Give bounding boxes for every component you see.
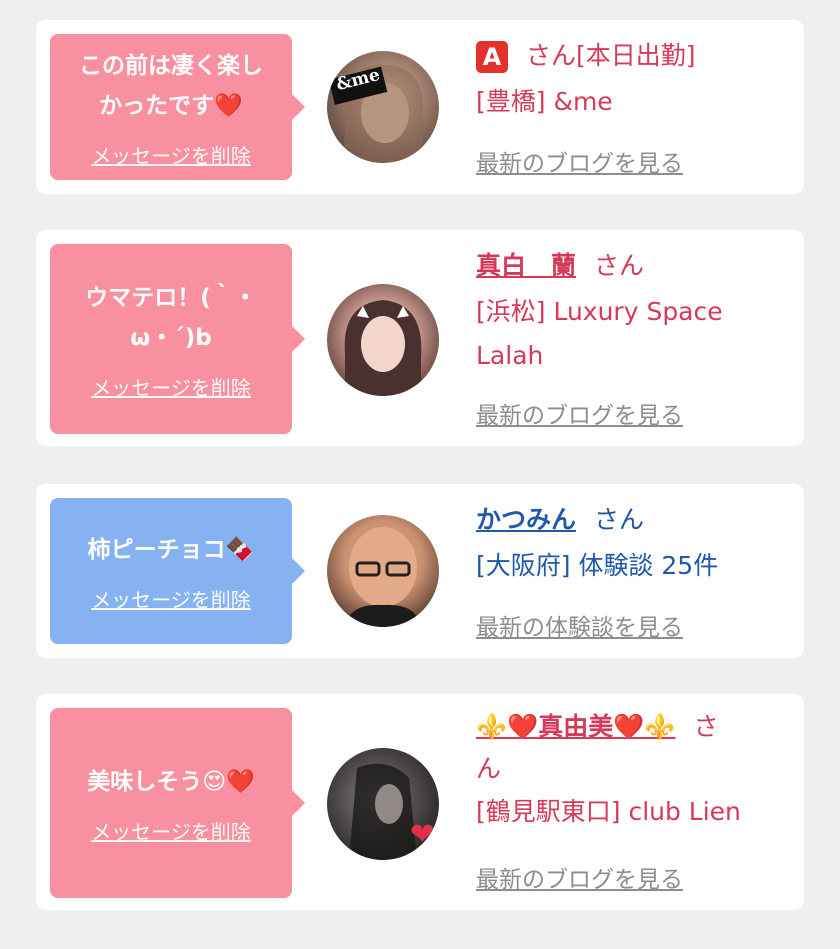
- avatar[interactable]: ❤: [327, 748, 439, 860]
- review-count-label: [大阪府] 体験談 25件: [476, 551, 719, 580]
- delete-message-link[interactable]: メッセージを削除: [91, 584, 251, 613]
- shop-label: [浜松] Luxury Space Lalah: [476, 290, 786, 378]
- latest-review-link[interactable]: 最新の体験談を見る: [476, 608, 683, 642]
- message-card: ウマテロ！(｀・ ω・´)b メッセージを削除 真白 蘭さん [浜松] Luxu…: [36, 230, 804, 446]
- message-bubble: 柿ピーチョコ🍫 メッセージを削除: [50, 498, 305, 644]
- honorific: さん: [594, 505, 645, 534]
- latest-blog-link[interactable]: 最新のブログを見る: [476, 860, 683, 894]
- latest-blog-link[interactable]: 最新のブログを見る: [476, 396, 683, 430]
- delete-message-link[interactable]: メッセージを削除: [91, 372, 251, 401]
- message-line: 美味しそう😍❤️: [87, 768, 255, 795]
- shop-label: [豊橋] &me: [476, 87, 613, 116]
- avatar[interactable]: &me: [327, 51, 439, 163]
- message-line: この前は凄く楽し: [79, 52, 263, 79]
- avatar-image: [328, 64, 423, 163]
- name-line: 真白 蘭さん: [476, 242, 786, 290]
- shop-line: Lalah: [476, 341, 544, 370]
- message-line: 柿ピーチョコ🍫: [87, 536, 255, 563]
- latest-blog-link[interactable]: 最新のブログを見る: [476, 144, 683, 178]
- profile-info: A さん[本日出勤] [豊橋] &me: [476, 32, 786, 124]
- message-line: かったです❤️: [99, 92, 243, 119]
- message-card: 柿ピーチョコ🍫 メッセージを削除 かつみん さん [大阪府] 体験談 25件 最新…: [36, 484, 804, 658]
- honorific: さん: [594, 251, 645, 280]
- delete-message-link[interactable]: メッセージを削除: [91, 140, 251, 169]
- message-text: 美味しそう😍❤️: [87, 762, 255, 802]
- profile-info: かつみん さん [大阪府] 体験談 25件: [476, 496, 786, 588]
- avatar-image: [345, 527, 421, 627]
- avatar[interactable]: [327, 284, 439, 396]
- profile-name-link[interactable]: 真白 蘭: [476, 251, 576, 280]
- honorific-part: ん: [476, 754, 502, 783]
- name-line: A さん[本日出勤]: [476, 32, 786, 80]
- message-bubble: ウマテロ！(｀・ ω・´)b メッセージを削除: [50, 244, 305, 434]
- honorific-status: さん[本日出勤]: [526, 41, 696, 70]
- profile-name-link[interactable]: かつみん: [476, 505, 576, 534]
- profile-info: 真白 蘭さん [浜松] Luxury Space Lalah: [476, 242, 786, 378]
- name-line: ⚜️❤️真由美❤️⚜️ さ ん: [476, 706, 786, 790]
- shop-label: [鶴見駅東口] club Lien: [476, 797, 741, 826]
- name-line: かつみん さん: [476, 496, 786, 544]
- avatar[interactable]: [327, 515, 439, 627]
- message-text: ウマテロ！(｀・ ω・´)b: [85, 278, 257, 358]
- message-line: ω・´)b: [130, 324, 212, 351]
- heart-icon: ❤: [409, 817, 435, 852]
- message-text: この前は凄く楽し かったです❤️: [79, 46, 263, 126]
- message-card: 美味しそう😍❤️ メッセージを削除 ❤ ⚜️❤️真由美❤️⚜️ さ ん [鶴見駅東…: [36, 694, 804, 910]
- delete-message-link[interactable]: メッセージを削除: [91, 816, 251, 845]
- honorific-part: さ: [693, 712, 719, 741]
- message-bubble: この前は凄く楽し かったです❤️ メッセージを削除: [50, 34, 305, 180]
- profile-name-link[interactable]: ⚜️❤️真由美❤️⚜️: [476, 712, 676, 741]
- shop-line: [浜松] Luxury Space: [476, 297, 723, 326]
- message-bubble: 美味しそう😍❤️ メッセージを削除: [50, 708, 305, 898]
- avatar-image: [344, 300, 422, 396]
- profile-info: ⚜️❤️真由美❤️⚜️ さ ん [鶴見駅東口] club Lien: [476, 706, 786, 834]
- message-card: この前は凄く楽し かったです❤️ メッセージを削除 &me A さん[本日出勤] …: [36, 20, 804, 194]
- message-text: 柿ピーチョコ🍫: [88, 530, 255, 570]
- a-badge-icon[interactable]: A: [476, 41, 508, 73]
- message-line: ウマテロ！(｀・: [85, 284, 257, 311]
